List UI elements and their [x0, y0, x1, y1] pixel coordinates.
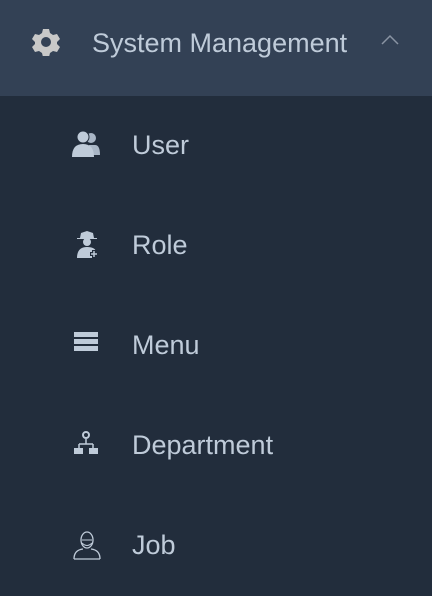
menu-bars-icon — [74, 332, 98, 351]
chevron-up-icon[interactable] — [380, 32, 400, 46]
submenu-system-management[interactable]: System Management — [0, 0, 432, 96]
menu-item-label: Department — [132, 430, 274, 460]
person-icon — [73, 531, 101, 560]
org-chart-icon — [74, 431, 98, 454]
menu-item-user[interactable]: User — [0, 96, 432, 196]
menu-item-label: Job — [132, 530, 176, 560]
menu-item-department[interactable]: Department — [0, 396, 432, 496]
gear-icon — [32, 29, 60, 56]
users-icon — [72, 130, 100, 157]
menu-item-role[interactable]: Role — [0, 196, 432, 296]
menu-item-label: Role — [132, 230, 188, 260]
menu-item-label: User — [132, 130, 190, 160]
menu-item-menu[interactable]: Menu — [0, 296, 432, 396]
menu-item-label: Menu — [132, 330, 200, 360]
role-spy-icon — [77, 231, 98, 258]
submenu-title: System Management — [92, 28, 348, 58]
menu-item-job[interactable]: Job — [0, 496, 432, 596]
